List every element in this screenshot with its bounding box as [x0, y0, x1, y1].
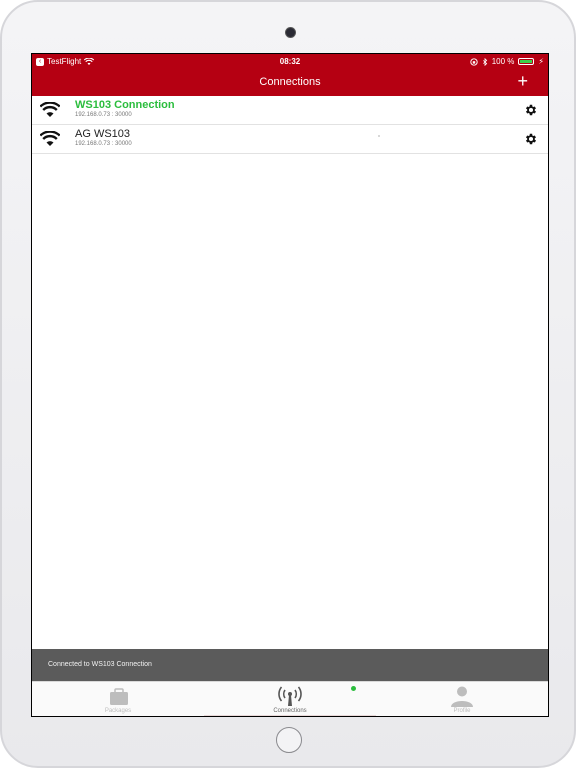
tab-bar: Packages Connections Profile [32, 681, 548, 716]
tab-profile[interactable]: Profile [412, 682, 512, 716]
antenna-icon [278, 686, 302, 706]
add-connection-button[interactable]: + [517, 71, 528, 91]
connected-indicator [351, 686, 356, 691]
home-button[interactable] [276, 727, 302, 753]
status-toast: Connected to WS103 Connection [32, 649, 548, 681]
tab-label: Profile [453, 708, 471, 714]
connection-row[interactable]: AG WS103 192.168.0.73 : 30000 [32, 125, 548, 154]
status-bar: ‹ TestFlight 08:32 100 % ⚡ [32, 54, 548, 70]
connection-address: 192.168.0.73 : 30000 [75, 112, 132, 118]
connection-row[interactable]: WS103 Connection 192.168.0.73 : 30000 [32, 96, 548, 125]
connection-name: WS103 Connection [75, 99, 175, 111]
briefcase-icon [110, 688, 128, 705]
user-icon [451, 686, 473, 707]
wifi-icon [40, 131, 60, 146]
connection-list: WS103 Connection 192.168.0.73 : 30000 AG… [32, 96, 548, 154]
page-title: Connections [259, 76, 321, 88]
separator-dot [378, 135, 380, 137]
navigation-bar: Connections + [32, 70, 548, 96]
orientation-lock-icon [470, 57, 478, 66]
connection-address: 192.168.0.73 : 30000 [75, 141, 132, 147]
connection-name: AG WS103 [75, 128, 131, 140]
wifi-icon [40, 102, 60, 117]
tab-label: Packages [104, 708, 132, 714]
app-screen: ‹ TestFlight 08:32 100 % ⚡ Connections +… [32, 54, 548, 716]
charging-icon: ⚡ [538, 57, 544, 66]
gear-icon[interactable] [524, 103, 538, 117]
toast-message: Connected to WS103 Connection [48, 661, 152, 668]
ipad-frame: ‹ TestFlight 08:32 100 % ⚡ Connections +… [0, 0, 576, 768]
battery-icon [518, 58, 535, 65]
bluetooth-icon [482, 57, 487, 66]
tab-connections[interactable]: Connections [240, 682, 340, 716]
gear-icon[interactable] [524, 132, 538, 146]
status-right: 100 % ⚡ [470, 57, 544, 66]
tab-label: Connections [273, 708, 307, 714]
camera-icon [286, 28, 295, 37]
tab-selection-indicator [204, 715, 376, 716]
tab-packages[interactable]: Packages [68, 682, 168, 716]
battery-percent: 100 % [491, 57, 515, 66]
